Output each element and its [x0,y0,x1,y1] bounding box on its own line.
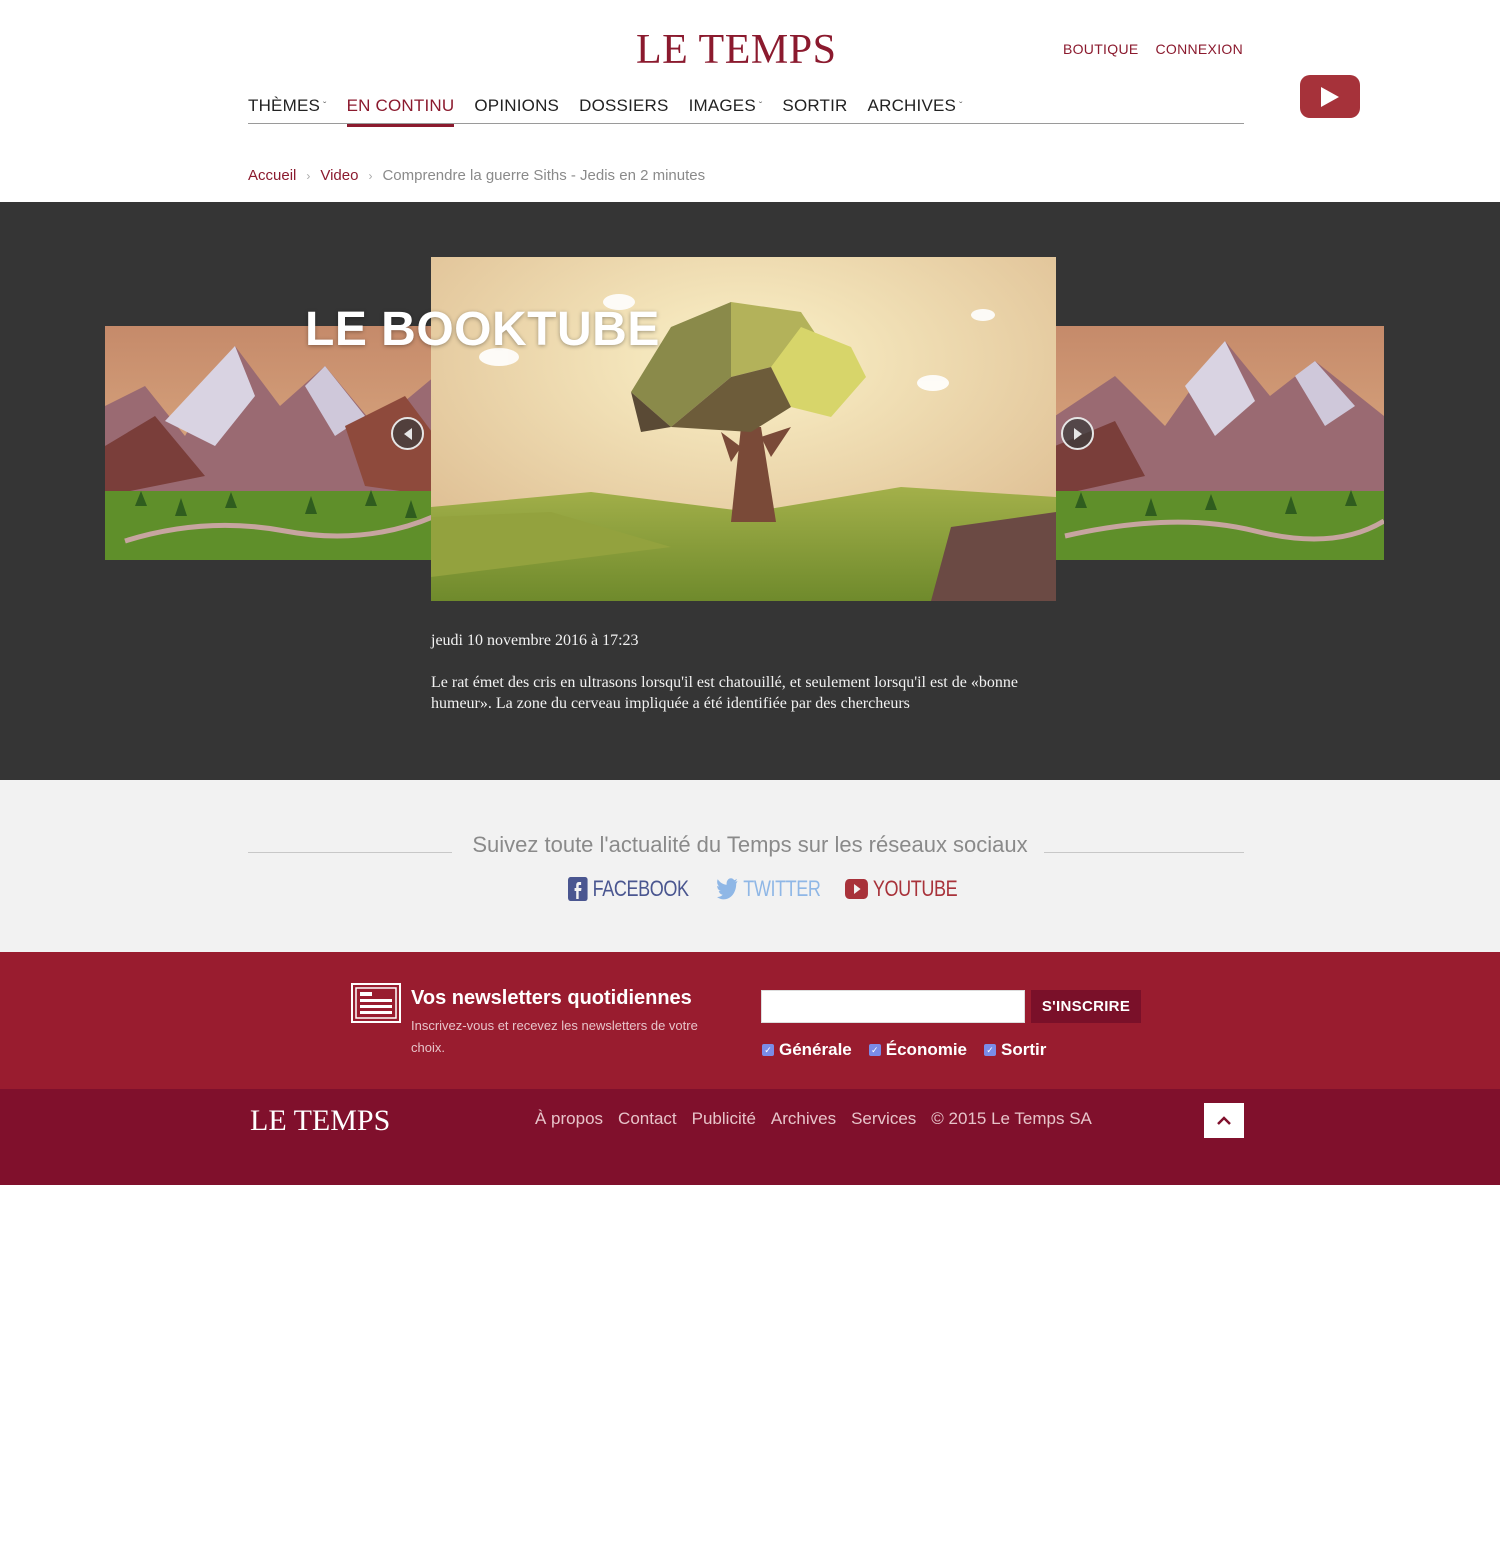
newsletter-section: Vos newsletters quotidiennes Inscrivez-v… [0,952,1500,1089]
newsletter-email-input[interactable] [761,990,1025,1023]
newsletter-option-generale[interactable]: ✓ Générale [762,1040,852,1060]
breadcrumb-accueil[interactable]: Accueil [248,167,296,184]
nav-item-archives[interactable]: ARCHIVES ˇ [868,96,963,124]
nav-item-label: SORTIR [782,96,848,115]
carousel-next-button[interactable] [1061,417,1094,450]
facebook-link[interactable]: FACEBOOK [568,876,689,902]
main-nav: THÈMES ˇ EN CONTINU OPINIONS DOSSIERS IMA… [248,96,1244,127]
facebook-label: FACEBOOK [592,876,689,901]
video-carousel: LE BOOKTUBE jeudi 10 novembre 2016 à 17:… [0,202,1500,780]
youtube-link[interactable]: YOUTUBE [845,876,958,902]
social-title: Suivez toute l'actualité du Temps sur le… [472,832,1028,857]
newsletter-icon [351,983,401,1023]
top-links: BOUTIQUE CONNEXION [1063,41,1243,57]
nav-item-sortir[interactable]: SORTIR [782,96,847,124]
footer-link-a-propos[interactable]: À propos [535,1109,603,1129]
nav-item-label: ARCHIVES [867,96,957,115]
newsletter-options: ✓ Générale ✓ Économie ✓ Sortir [762,1040,1046,1060]
footer-copyright: © 2015 Le Temps SA [931,1109,1092,1128]
youtube-icon [845,879,869,899]
chevron-right-icon [1073,427,1082,440]
carousel-prev-thumbnail[interactable] [105,326,435,560]
social-section: Suivez toute l'actualité du Temps sur le… [0,780,1500,952]
site-logo[interactable]: LE TEMPS [636,26,836,74]
social-links: FACEBOOK TWITTER YOUTUBE [568,876,982,902]
youtube-label: YOUTUBE [873,876,958,901]
nav-item-label: EN CONTINU [346,96,455,115]
nav-item-images[interactable]: IMAGES ˇ [689,96,763,124]
chevron-down-icon: ˇ [758,101,763,112]
checkbox-checked-icon[interactable]: ✓ [762,1044,774,1056]
breadcrumb-separator: › [306,168,311,183]
footer-link-publicite[interactable]: Publicité [692,1109,756,1129]
option-label: Générale [779,1040,852,1059]
video-date: jeudi 10 novembre 2016 à 17:23 [431,632,639,649]
subscribe-button[interactable]: S'INSCRIRE [1031,990,1141,1023]
footer-link-services[interactable]: Services [851,1109,916,1129]
video-description: Le rat émet des cris en ultrasons lorsqu… [431,674,1018,712]
carousel-prev-button[interactable] [391,417,424,450]
nav-item-label: IMAGES [688,96,756,115]
youtube-play-icon[interactable] [1300,75,1360,118]
chevron-left-icon [403,427,412,440]
chevron-up-icon [1217,1116,1231,1125]
breadcrumb-video[interactable]: Video [320,167,358,184]
newsletter-title: Vos newsletters quotidiennes [411,987,692,1009]
option-label: Sortir [1001,1040,1047,1059]
video-title: LE BOOKTUBE [305,303,660,356]
site-header: LE TEMPS BOUTIQUE CONNEXION THÈMES ˇ EN C… [0,0,1500,202]
nav-item-themes[interactable]: THÈMES ˇ [248,96,327,124]
chevron-down-icon: ˇ [959,101,963,112]
checkbox-checked-icon[interactable]: ✓ [984,1044,997,1056]
twitter-label: TWITTER [743,876,821,901]
nav-item-dossiers[interactable]: DOSSIERS [579,96,668,124]
footer-link-contact[interactable]: Contact [618,1109,677,1129]
nav-item-label: DOSSIERS [579,96,669,115]
footer-links: À propos Contact Publicité Archives Serv… [535,1109,1092,1129]
newsletter-option-sortir[interactable]: ✓ Sortir [984,1040,1046,1060]
carousel-next-thumbnail[interactable] [1055,326,1384,560]
boutique-link[interactable]: BOUTIQUE [1063,41,1139,57]
back-to-top-button[interactable] [1204,1103,1244,1138]
nav-item-label: THÈMES [248,96,321,115]
newsletter-option-economie[interactable]: ✓ Économie [868,1040,968,1060]
twitter-link[interactable]: TWITTER [717,876,821,902]
connexion-link[interactable]: CONNEXION [1156,41,1244,57]
nav-item-label: OPINIONS [474,96,560,115]
footer-link-archives[interactable]: Archives [771,1109,836,1129]
twitter-icon [717,878,738,900]
breadcrumb-separator: › [368,168,373,183]
chevron-down-icon: ˇ [323,101,327,112]
facebook-icon [568,877,588,901]
option-label: Économie [885,1040,968,1059]
newsletter-subtitle: Inscrivez-vous et recevez les newsletter… [411,1018,698,1055]
checkbox-checked-icon[interactable]: ✓ [868,1044,881,1056]
nav-item-en-continu[interactable]: EN CONTINU [346,96,455,127]
breadcrumb-current: Comprendre la guerre Siths - Jedis en 2 … [382,167,706,184]
footer-logo[interactable]: LE TEMPS [250,1104,390,1138]
breadcrumb: Accueil › Video › Comprendre la guerre S… [248,167,705,184]
site-footer: LE TEMPS À propos Contact Publicité Arch… [0,1089,1500,1185]
nav-item-opinions[interactable]: OPINIONS [474,96,559,124]
